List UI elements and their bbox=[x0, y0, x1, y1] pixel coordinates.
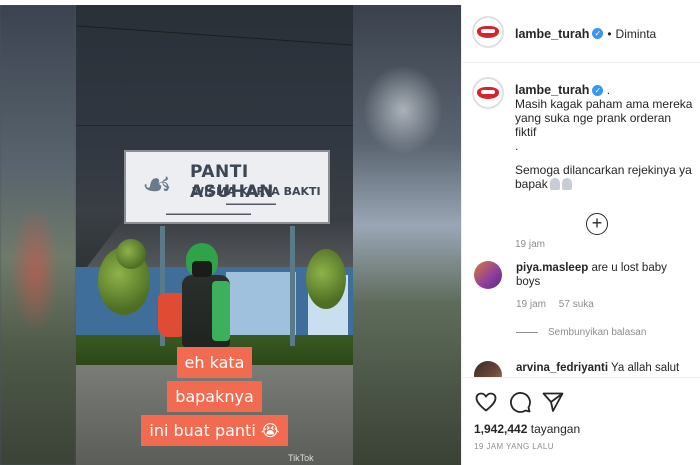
video-caption-line: eh kata bbox=[76, 347, 353, 378]
delivery-driver bbox=[158, 243, 240, 353]
praying-hands-icon bbox=[549, 178, 560, 190]
view-count[interactable]: 1,942,442 tayangan bbox=[474, 422, 580, 436]
post-date[interactable]: 19 JAM YANG LALU bbox=[474, 442, 554, 451]
share-icon[interactable] bbox=[541, 390, 565, 414]
avatar[interactable] bbox=[472, 16, 504, 48]
comment-meta: 19 jam 57 suka bbox=[516, 299, 604, 310]
post-details-panel: lambe_turah ✓ • Diminta lambe_turah ✓ . Masi… bbox=[461, 5, 700, 465]
separator: • bbox=[607, 27, 612, 41]
tree bbox=[306, 249, 346, 309]
comment-timestamp[interactable]: 19 jam bbox=[516, 299, 546, 310]
comment-likes[interactable]: 57 suka bbox=[559, 299, 594, 310]
video-caption-line: ini buat panti 😭 bbox=[76, 415, 353, 446]
video-caption-text: ini buat panti 😭 bbox=[141, 415, 288, 446]
jacket bbox=[182, 275, 230, 347]
username-link[interactable]: lambe_turah bbox=[515, 27, 589, 41]
sign-post bbox=[290, 226, 295, 346]
video-frame[interactable]: ☙ PANTI ASUHAN WISMA KARYA BAKTI ▬▬▬▬▬▬▬… bbox=[76, 5, 353, 465]
comment-text: piya.masleep are u lost baby boys bbox=[516, 262, 667, 288]
video-caption-line: bapaknya bbox=[76, 381, 353, 412]
hands-logo-icon: ☙ bbox=[141, 166, 173, 204]
caption-timestamp[interactable]: 19 jam bbox=[515, 239, 545, 250]
header-user: lambe_turah ✓ • Diminta bbox=[515, 25, 656, 43]
post-header: lambe_turah ✓ • Diminta bbox=[462, 5, 700, 63]
comment-username-link[interactable]: piya.masleep bbox=[516, 262, 588, 274]
hide-replies-button[interactable]: Sembunyikan balasan bbox=[516, 327, 646, 338]
caption-line: . bbox=[515, 139, 519, 153]
comment-text: arvina_fedriyanti Ya allah salut bbox=[516, 362, 680, 374]
avatar[interactable] bbox=[472, 77, 504, 109]
caption-line: Semoga dilancarkan rejekinya ya bapak bbox=[515, 163, 692, 191]
post-actions: 1,942,442 tayangan 19 JAM YANG LALU bbox=[462, 377, 700, 465]
orphanage-sign: ☙ PANTI ASUHAN WISMA KARYA BAKTI ▬▬▬▬▬▬▬… bbox=[124, 150, 330, 224]
caption-username-link[interactable]: lambe_turah bbox=[515, 83, 589, 97]
post-media[interactable]: ☙ PANTI ASUHAN WISMA KARYA BAKTI ▬▬▬▬▬▬▬… bbox=[0, 5, 461, 465]
praying-hands-icon bbox=[561, 178, 572, 190]
face-mask bbox=[192, 261, 212, 277]
avatar[interactable] bbox=[474, 261, 502, 289]
comment-username-link[interactable]: arvina_fedriyanti bbox=[516, 362, 608, 374]
follow-status-button[interactable]: Diminta bbox=[616, 27, 657, 41]
caption-text: lambe_turah ✓ . Masih kagak paham ama mer… bbox=[515, 83, 693, 191]
instagram-post-modal: ☙ PANTI ASUHAN WISMA KARYA BAKTI ▬▬▬▬▬▬▬… bbox=[0, 0, 700, 465]
sign-small-text: ▬▬▬▬▬▬▬▬▬▬▬▬▬▬▬▬▬ bbox=[166, 211, 251, 217]
verified-badge-icon: ✓ bbox=[592, 85, 604, 97]
tiktok-watermark: TikTok bbox=[288, 453, 314, 463]
power-line bbox=[76, 125, 353, 126]
heart-icon[interactable] bbox=[474, 390, 498, 414]
blurred-background-left bbox=[0, 5, 76, 465]
load-more-comments-icon[interactable]: + bbox=[586, 213, 608, 235]
caption-line: Masih kagak paham ama mereka yang suka n… bbox=[515, 97, 693, 139]
blurred-background-right bbox=[353, 5, 461, 465]
verified-badge-icon: ✓ bbox=[592, 28, 604, 40]
power-line bbox=[76, 25, 353, 46]
sign-subtitle: WISMA KARYA BAKTI bbox=[192, 185, 321, 198]
sign-small-text: ▬▬▬▬▬▬▬▬▬▬ bbox=[226, 201, 276, 207]
comment-icon[interactable] bbox=[508, 390, 532, 414]
tree bbox=[116, 239, 146, 269]
crying-emoji-icon: 😭 bbox=[260, 421, 280, 440]
